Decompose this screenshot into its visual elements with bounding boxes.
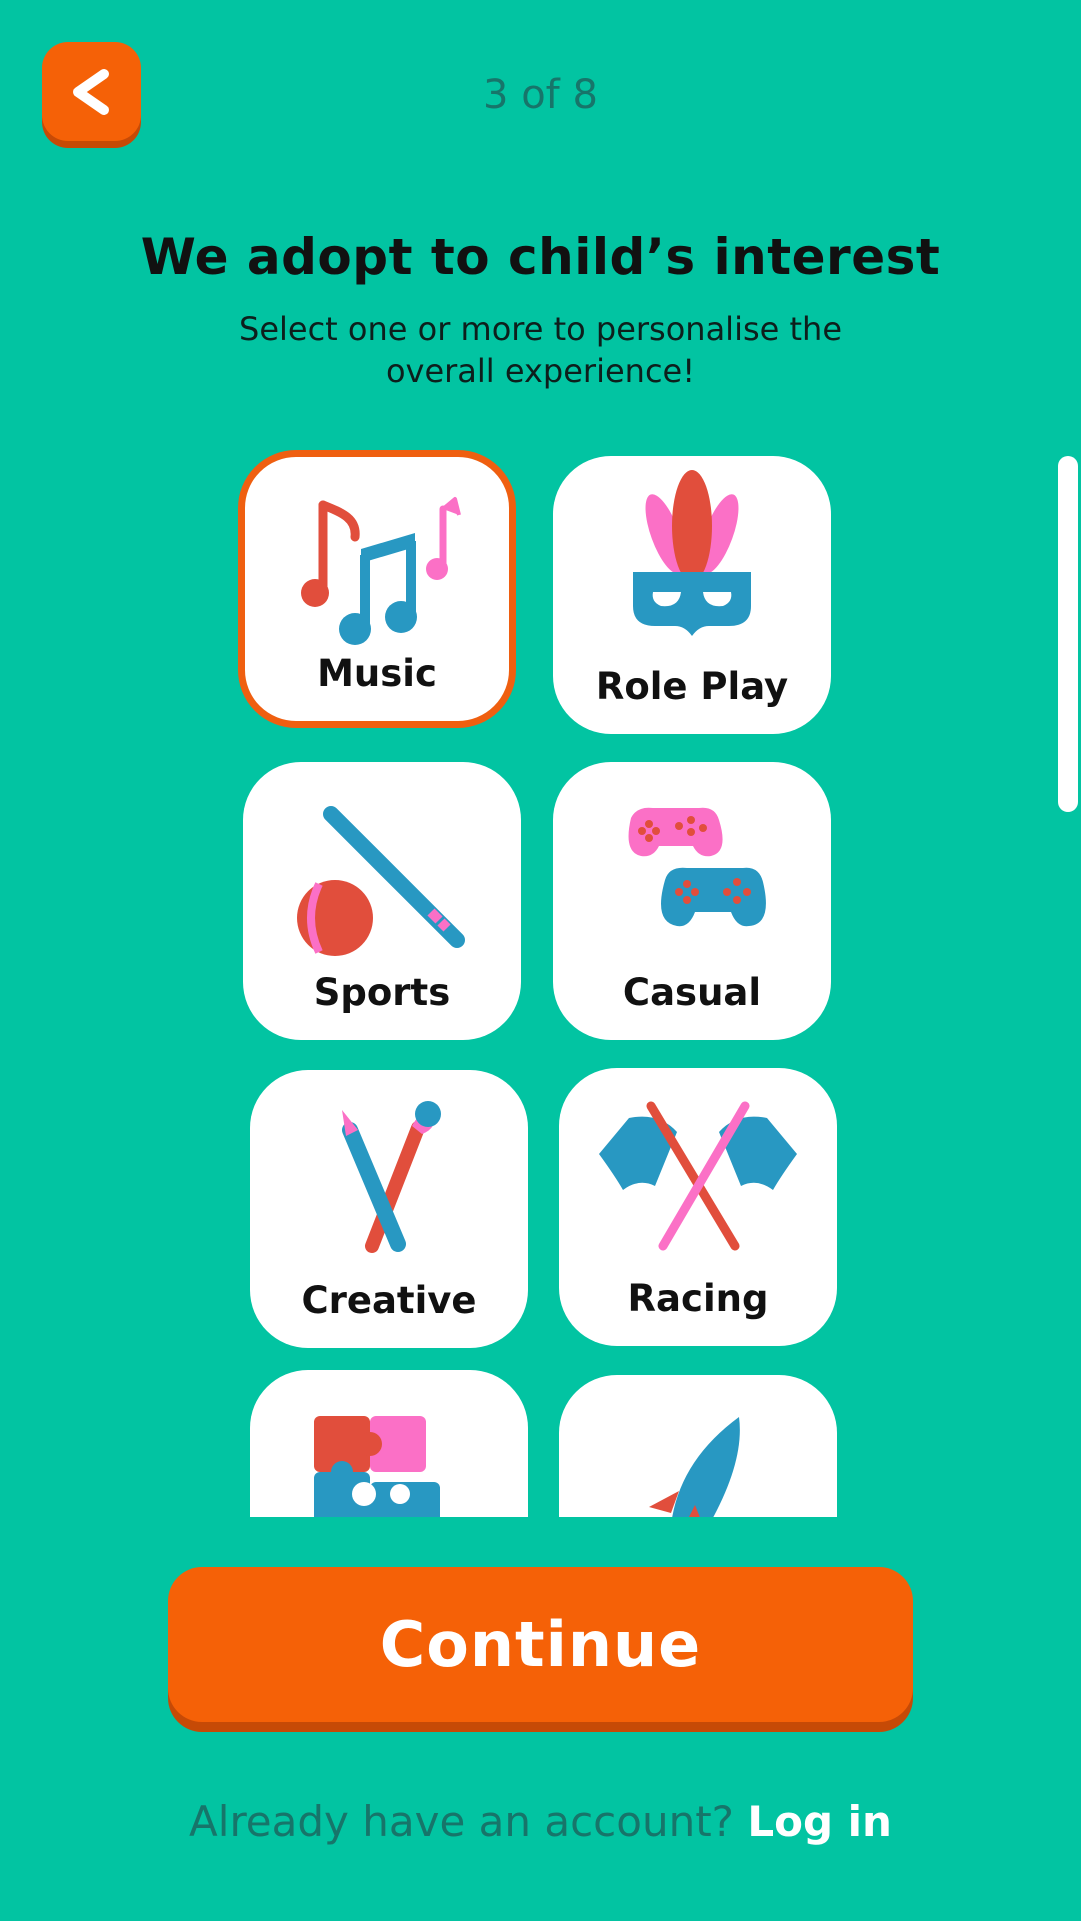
interest-card-rocket[interactable] xyxy=(559,1375,837,1517)
interest-grid[interactable]: Music Role Play Sports Casual Creative R… xyxy=(0,440,1081,1517)
interest-label: Sports xyxy=(313,971,451,1014)
continue-button[interactable]: Continue xyxy=(168,1567,913,1722)
interest-label: Casual xyxy=(622,971,762,1014)
continue-label: Continue xyxy=(379,1608,702,1681)
pencil-brush-icon xyxy=(342,1101,441,1253)
mask-icon xyxy=(633,470,751,636)
page-title: We adopt to child’s interest xyxy=(140,228,941,286)
interest-card-racing[interactable]: Racing xyxy=(559,1068,837,1346)
crossed-flags-icon xyxy=(599,1101,797,1251)
rocket-icon xyxy=(649,1417,740,1517)
interest-card-music[interactable]: Music xyxy=(238,450,516,728)
bat-and-ball-icon xyxy=(297,806,465,956)
scrollbar-thumb[interactable] xyxy=(1058,456,1078,812)
login-prompt: Already have an account? xyxy=(189,1797,734,1846)
music-notes-icon xyxy=(301,497,461,645)
interest-card-creative[interactable]: Creative xyxy=(250,1070,528,1348)
login-row: Already have an account? Log in xyxy=(0,1797,1081,1846)
interest-card-role-play[interactable]: Role Play xyxy=(553,456,831,734)
puzzle-icon xyxy=(314,1416,440,1517)
interest-label: Role Play xyxy=(595,665,789,708)
page-subtitle: Select one or more to personalise the ov… xyxy=(239,310,842,390)
step-indicator: 3 of 8 xyxy=(483,72,598,118)
interest-label: Creative xyxy=(301,1279,477,1322)
login-link[interactable]: Log in xyxy=(747,1797,892,1846)
interest-card-puzzle[interactable] xyxy=(250,1370,528,1517)
interest-label: Racing xyxy=(627,1277,769,1320)
interest-card-casual[interactable]: Casual xyxy=(553,762,831,1040)
interest-label: Music xyxy=(317,652,437,695)
interest-card-sports[interactable]: Sports xyxy=(243,762,521,1040)
gamepad-icon xyxy=(628,807,766,927)
